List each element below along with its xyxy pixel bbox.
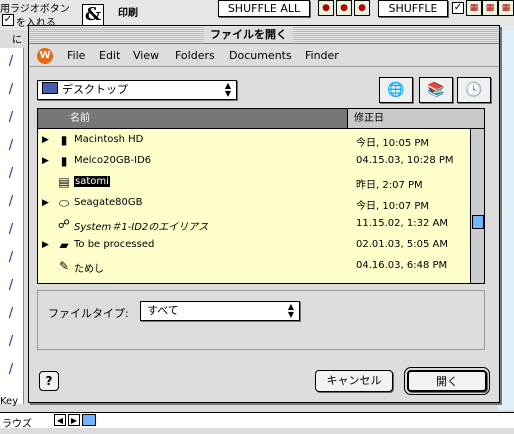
list-header: 名前 修正日: [38, 109, 484, 129]
file-date: 02.01.03, 5:05 AM: [356, 239, 448, 250]
app-logo-icon[interactable]: W: [37, 48, 53, 64]
menu-view[interactable]: View: [133, 49, 159, 62]
pencil-icon[interactable]: /: [2, 360, 20, 380]
menu-edit[interactable]: Edit: [99, 49, 120, 62]
shortcuts-globe-icon[interactable]: 🌐: [379, 77, 413, 103]
column-date-header[interactable]: 修正日: [348, 109, 470, 128]
scroll-thumb[interactable]: [82, 414, 96, 426]
desktop-icon: [42, 82, 58, 94]
menu-file[interactable]: File: [67, 49, 85, 62]
print-label[interactable]: 印刷: [118, 4, 138, 19]
pencil-icon[interactable]: /: [2, 52, 20, 72]
pencil-icon[interactable]: /: [2, 276, 20, 296]
menu-folders[interactable]: Folders: [175, 49, 215, 62]
file-list: 名前 修正日 ▶ ▮ Macintosh HD 今日, 10:05 PM ▶ ▮ Melco…: [37, 108, 485, 284]
cancel-button[interactable]: キャンセル: [315, 370, 393, 392]
grid-icon-3[interactable]: ▦: [498, 0, 514, 16]
background-label-3: に: [12, 35, 22, 46]
green-icon-3[interactable]: ●: [354, 0, 370, 16]
pencil-icon[interactable]: /: [2, 164, 20, 184]
file-name: ためし: [74, 264, 104, 275]
file-row[interactable]: ▶ ▮ Melco20GB-ID6 04.15.03, 10:28 PM: [38, 151, 470, 172]
background-checkbox[interactable]: ✓: [2, 14, 14, 26]
pencil-icon[interactable]: /: [2, 332, 20, 352]
file-date: 今日, 10:05 PM: [356, 138, 430, 149]
shuffle-checkbox[interactable]: ✓: [452, 2, 464, 14]
hard-disk-icon: ▮: [60, 133, 68, 147]
file-row[interactable]: ☍ System＃1-ID2のエイリアス 11.15.02, 1:32 AM: [38, 214, 470, 235]
file-type-group: ファイルタイプ: すべて ▲ ▼: [37, 290, 485, 350]
pencil-icon[interactable]: /: [2, 80, 20, 100]
dialog-title-bar[interactable]: ファイルを開く: [29, 26, 499, 44]
scroll-left-icon[interactable]: ◀: [54, 414, 66, 426]
file-name: To be processed: [74, 239, 155, 250]
file-type-popup[interactable]: すべて ▲ ▼: [140, 301, 300, 321]
menu-documents[interactable]: Documents: [229, 49, 292, 62]
scroll-right-icon[interactable]: ▶: [68, 414, 80, 426]
background-status-bar: ラウズ ◀ ▶: [0, 412, 514, 430]
help-button[interactable]: ?: [39, 371, 59, 391]
pencil-icon[interactable]: /: [2, 220, 20, 240]
shuffle-all-button[interactable]: SHUFFLE ALL: [218, 0, 310, 17]
file-name: satomi: [74, 176, 110, 187]
drive-icon: ▮: [60, 154, 68, 168]
file-name: Macintosh HD: [74, 134, 144, 145]
favorites-books-icon[interactable]: 📚: [419, 77, 453, 103]
grid-icon-2[interactable]: ▦: [482, 0, 498, 16]
network-alias-icon: ☍: [57, 217, 71, 231]
file-type-label: ファイルタイプ:: [48, 307, 129, 320]
document-icon: ▤: [58, 175, 70, 189]
pencil-icon[interactable]: /: [2, 192, 20, 212]
file-row[interactable]: ▶ ⬭ Seagate80GB 今日, 10:07 PM: [38, 193, 470, 214]
disclosure-triangle-icon[interactable]: ▶: [42, 135, 49, 145]
background-label-1: 用ラジオボタン: [0, 4, 70, 15]
file-row[interactable]: ✎ ためし 04.16.03, 6:48 PM: [38, 256, 470, 277]
list-scrollbar[interactable]: [470, 129, 484, 283]
file-type-value: すべて: [147, 304, 179, 317]
dialog-menu-bar: W File Edit View Folders Documents Finde…: [29, 45, 499, 67]
file-date: 昨日, 2:07 PM: [356, 180, 423, 191]
pencil-icon[interactable]: /: [2, 304, 20, 324]
open-button[interactable]: 開く: [404, 367, 490, 395]
file-date: 04.15.03, 10:28 PM: [356, 155, 454, 166]
background-right-column: [498, 30, 514, 410]
file-name: Melco20GB-ID6: [74, 155, 152, 166]
drive-icon: ⬭: [58, 196, 70, 210]
menu-finder[interactable]: Finder: [305, 49, 339, 62]
file-rows: ▶ ▮ Macintosh HD 今日, 10:05 PM ▶ ▮ Melco20GB-ID…: [38, 129, 470, 283]
updown-arrows-icon: ▲ ▼: [287, 302, 295, 319]
file-row[interactable]: ▤ satomi 昨日, 2:07 PM: [38, 172, 470, 193]
pencil-icon[interactable]: /: [2, 136, 20, 156]
folder-icon: ▰: [59, 238, 69, 252]
file-date: 11.15.02, 1:32 AM: [356, 218, 448, 229]
file-date: 04.16.03, 6:48 PM: [356, 260, 448, 271]
key-label: Key: [0, 396, 19, 407]
pencil-icon[interactable]: /: [2, 108, 20, 128]
application-icon: ✎: [58, 259, 70, 273]
column-name-header[interactable]: 名前: [38, 109, 348, 128]
file-name: Seagate80GB: [74, 197, 143, 208]
file-row[interactable]: ▶ ▮ Macintosh HD 今日, 10:05 PM: [38, 130, 470, 151]
disclosure-triangle-icon[interactable]: ▶: [42, 240, 49, 250]
green-icon-2[interactable]: ●: [336, 0, 352, 16]
dialog-title: ファイルを開く: [204, 27, 293, 43]
open-file-dialog: ファイルを開く W File Edit View Folders Documen…: [28, 25, 500, 403]
disclosure-triangle-icon[interactable]: ▶: [42, 156, 49, 166]
disclosure-triangle-icon[interactable]: ▶: [42, 198, 49, 208]
location-label: デスクトップ: [62, 83, 128, 96]
updown-arrows-icon: ▲ ▼: [224, 81, 232, 98]
file-name: System＃1-ID2のエイリアス: [74, 222, 209, 233]
file-date: 今日, 10:07 PM: [356, 201, 430, 212]
green-icon-1[interactable]: ●: [318, 0, 334, 16]
browse-label: ラウズ: [2, 419, 32, 430]
pencil-icon[interactable]: /: [2, 248, 20, 268]
shuffle-button[interactable]: SHUFFLE: [378, 0, 448, 17]
list-scroll-thumb[interactable]: [472, 215, 484, 229]
location-popup[interactable]: デスクトップ ▲ ▼: [37, 80, 237, 100]
background-left-column: / / / / / / / / / / / /: [0, 48, 24, 404]
recent-clock-icon[interactable]: 🕓: [457, 77, 491, 103]
grid-icon-1[interactable]: ▦: [466, 0, 482, 16]
file-row[interactable]: ▶ ▰ To be processed 02.01.03, 5:05 AM: [38, 235, 470, 256]
ampersand-icon[interactable]: &: [82, 4, 104, 26]
